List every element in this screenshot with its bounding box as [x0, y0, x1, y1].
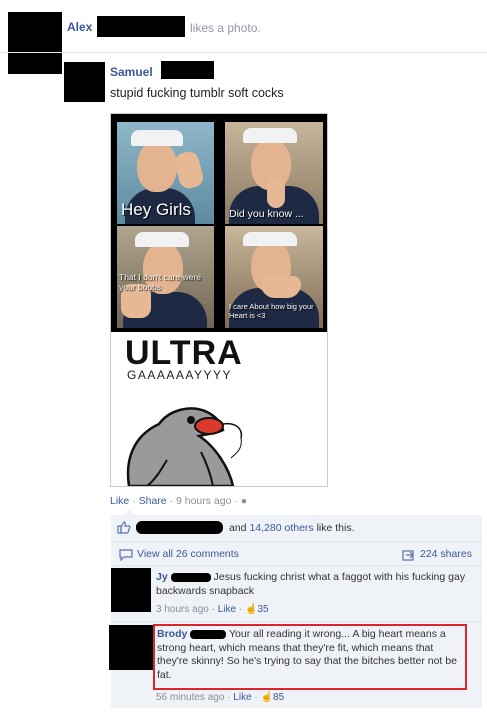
redacted-author-surname [161, 61, 214, 79]
panel-caption-3: That I don't care were your boobs [119, 272, 201, 292]
photo-panel-2: Did you know ... [225, 122, 323, 224]
meme-area: ULTRA GAAAAAAYYYY [111, 332, 327, 486]
shares-count-link[interactable]: 224 shares [420, 548, 472, 560]
thumbs-up-icon[interactable]: ☝ [245, 604, 257, 615]
meme-subtitle: GAAAAAAYYYY [127, 368, 232, 382]
author-avatar[interactable] [64, 62, 105, 102]
commenter-name[interactable]: Brody [157, 628, 187, 640]
photo-panel-3: That I don't care were your boobs [117, 226, 214, 328]
redacted-liker-names [136, 521, 223, 534]
author-name[interactable]: Samuel [110, 65, 153, 79]
comment: Brody Your all reading it wrong... A big… [109, 622, 482, 708]
post-photo[interactable]: Hey Girls Did you know ... That I don't … [110, 113, 328, 487]
comment-meta: 56 minutes ago · Like · ☝85 [156, 692, 285, 703]
comment-meta: 3 hours ago · Like · ☝35 [156, 604, 269, 615]
comment: Jy Jesus fucking christ what a faggot wi… [111, 566, 482, 621]
actor-name[interactable]: Alex [67, 20, 92, 34]
panel-caption-2: Did you know ... [229, 208, 304, 220]
separator: · [169, 495, 174, 507]
panel-caption-1: Hey Girls [121, 200, 191, 219]
separator: · [132, 495, 136, 507]
actor-avatar[interactable] [8, 12, 62, 74]
thumbs-up-icon [117, 521, 131, 534]
separator: · [234, 495, 238, 507]
seal-illustration [126, 407, 243, 486]
feedback-notch [123, 509, 135, 515]
post-timestamp[interactable]: 9 hours ago [176, 495, 231, 507]
header-divider [0, 52, 487, 53]
speech-bubble-icon [119, 548, 133, 562]
likes-text: and [229, 522, 247, 534]
photo-panel-4: I care About how big your Heart is <3 [225, 226, 323, 328]
comment-like-link[interactable]: Like [218, 604, 236, 615]
globe-icon[interactable]: ● [241, 495, 247, 507]
redacted-surname [170, 572, 211, 582]
comment-like-link[interactable]: Like [233, 692, 251, 703]
commenter-avatar[interactable] [111, 568, 151, 612]
status-text: stupid fucking tumblr soft cocks [110, 86, 284, 100]
comment-like-count[interactable]: 35 [257, 604, 268, 615]
activity-line: Alex [67, 20, 92, 34]
commenter-avatar[interactable] [109, 625, 153, 670]
comment-body: Brody Your all reading it wrong... A big… [157, 628, 465, 682]
divider [111, 541, 482, 542]
comment-time[interactable]: 3 hours ago [156, 604, 209, 615]
share-link[interactable]: Share [139, 495, 167, 507]
commenter-name[interactable]: Jy [156, 571, 168, 583]
like-link[interactable]: Like [110, 495, 129, 507]
redacted-surname [190, 629, 227, 639]
share-icon [402, 548, 415, 561]
likes-summary: and 14,280 others like this. [229, 522, 355, 534]
post-actions: Like · Share · 9 hours ago · ● [110, 495, 247, 507]
likes-others-link[interactable]: 14,280 others [249, 522, 313, 534]
photo-panel-1: Hey Girls [117, 122, 214, 224]
redacted-actor-surname [97, 16, 185, 37]
activity-action: likes a photo. [190, 21, 261, 35]
view-all-comments-link[interactable]: View all 26 comments [137, 548, 239, 560]
likes-suffix: like this. [316, 522, 355, 534]
comment-time[interactable]: 56 minutes ago [156, 692, 224, 703]
comment-like-count[interactable]: 85 [273, 692, 284, 703]
thumbs-up-icon[interactable]: ☝ [261, 692, 273, 703]
panel-caption-4: I care About how big your Heart is <3 [229, 302, 314, 320]
comment-body: Jy Jesus fucking christ what a faggot wi… [156, 571, 474, 598]
